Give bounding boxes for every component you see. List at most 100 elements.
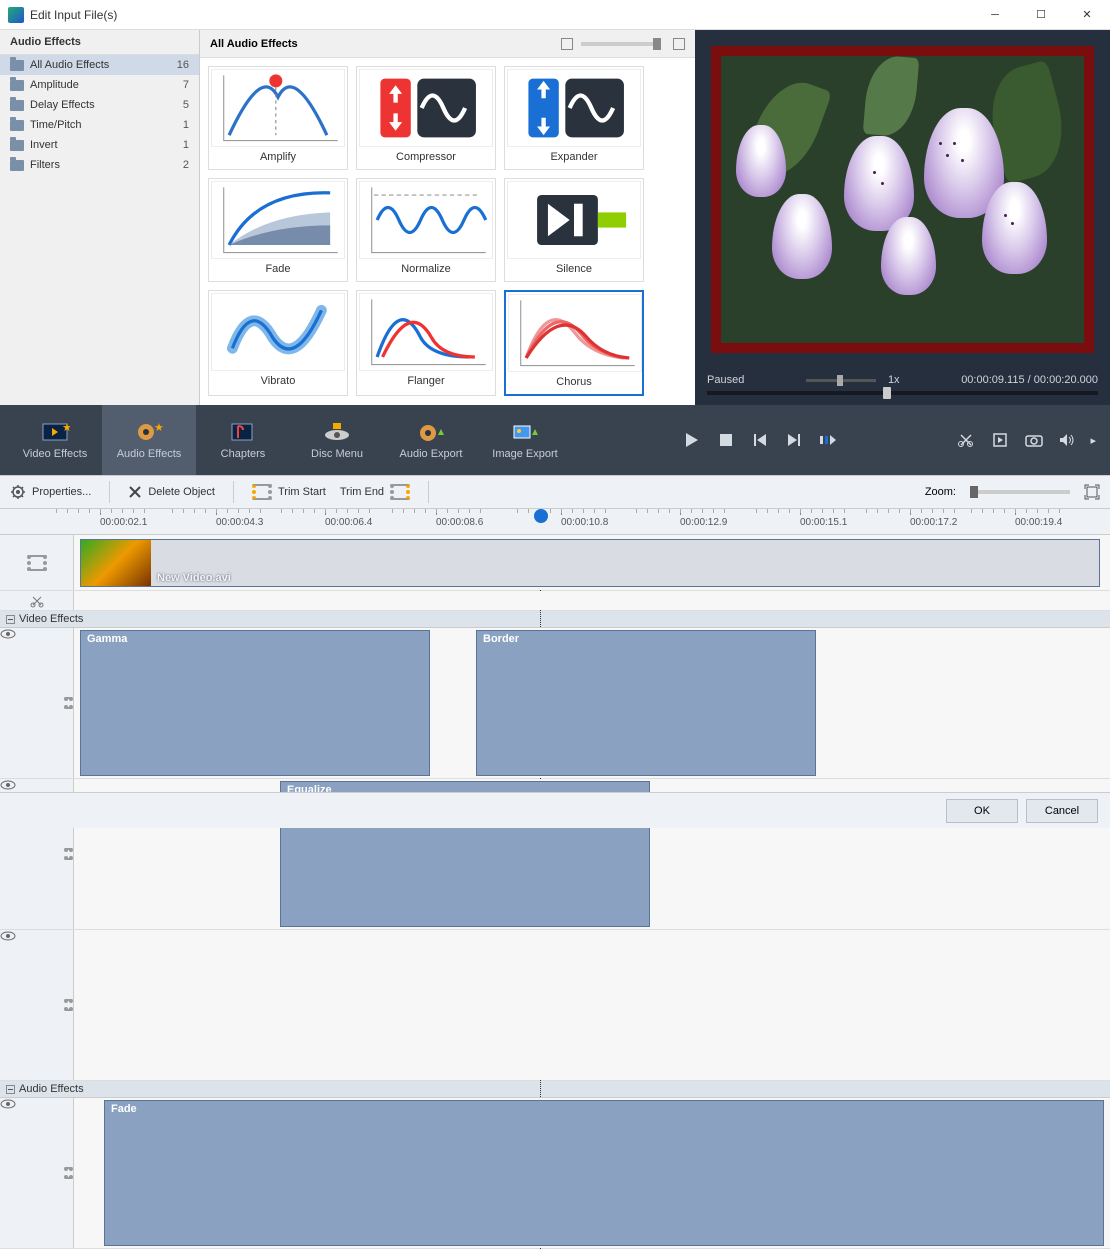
seek-bar[interactable] <box>707 391 1098 395</box>
ribbon-tab-chapters[interactable]: Chapters <box>196 405 290 475</box>
ribbon: ★Video Effects★Audio EffectsChaptersDisc… <box>0 405 1110 475</box>
video-effects-group[interactable]: Video Effects <box>0 611 1110 628</box>
sidebar-header: Audio Effects <box>0 30 199 55</box>
grid-small-icon[interactable] <box>561 38 573 50</box>
grid-large-icon[interactable] <box>673 38 685 50</box>
effect-card-normalize[interactable]: Normalize <box>356 178 496 282</box>
tab-icon <box>228 420 258 444</box>
effect-gamma[interactable]: Gamma <box>80 630 430 776</box>
tab-icon <box>416 420 446 444</box>
eye-icon[interactable] <box>0 628 60 778</box>
effect-track: Fade <box>0 1098 1110 1249</box>
ok-button[interactable]: OK <box>946 799 1018 823</box>
cancel-button[interactable]: Cancel <box>1026 799 1098 823</box>
sidebar-item-invert[interactable]: Invert1 <box>0 135 199 155</box>
stop-button[interactable] <box>714 428 738 452</box>
properties-button[interactable]: Properties... <box>10 484 91 500</box>
delete-button[interactable]: Delete Object <box>128 485 215 499</box>
audio-effects-group[interactable]: Audio Effects <box>0 1081 1110 1098</box>
time-ruler[interactable]: 00:00:02.100:00:04.300:00:06.400:00:08.6… <box>0 509 1110 535</box>
preview-video[interactable] <box>711 46 1094 353</box>
snapshot-icon[interactable] <box>1022 428 1046 452</box>
effect-thumb <box>507 181 641 259</box>
sidebar-item-all-audio-effects[interactable]: All Audio Effects16 <box>0 55 199 75</box>
zoom-label: Zoom: <box>925 486 956 498</box>
effect-card-fade[interactable]: Fade <box>208 178 348 282</box>
effect-card-vibrato[interactable]: Vibrato <box>208 290 348 396</box>
volume-icon[interactable] <box>1056 428 1080 452</box>
titlebar: Edit Input File(s) ─ ☐ ✕ <box>0 0 1110 30</box>
folder-icon <box>10 120 24 131</box>
app-icon <box>8 7 24 23</box>
time-duration: 00:00:20.000 <box>1034 374 1098 386</box>
sidebar-item-delay-effects[interactable]: Delay Effects5 <box>0 95 199 115</box>
trim-start-button[interactable]: Trim Start <box>252 484 326 500</box>
film-icon <box>64 999 73 1011</box>
ribbon-tab-disc-menu[interactable]: Disc Menu <box>290 405 384 475</box>
film-icon <box>252 484 272 500</box>
window-title: Edit Input File(s) <box>30 8 972 22</box>
ribbon-tab-audio-effects[interactable]: ★Audio Effects <box>102 405 196 475</box>
svg-text:★: ★ <box>62 422 70 434</box>
gear-icon <box>10 484 26 500</box>
fullscreen-icon[interactable] <box>988 428 1012 452</box>
effect-card-amplify[interactable]: Amplify <box>208 66 348 170</box>
ribbon-tab-audio-export[interactable]: Audio Export <box>384 405 478 475</box>
folder-icon <box>10 160 24 171</box>
speed-label: 1x <box>888 374 900 386</box>
maximize-button[interactable]: ☐ <box>1018 0 1064 30</box>
thumbnail-size-slider[interactable] <box>581 42 661 46</box>
fit-icon[interactable] <box>1084 484 1100 500</box>
folder-icon <box>10 100 24 111</box>
minimize-button[interactable]: ─ <box>972 0 1018 30</box>
film-icon <box>64 1167 73 1179</box>
gallery-header: All Audio Effects <box>210 38 557 50</box>
tab-icon: ★ <box>134 420 164 444</box>
effect-border[interactable]: Border <box>476 630 816 776</box>
ribbon-tab-video-effects[interactable]: ★Video Effects <box>8 405 102 475</box>
effect-fade[interactable]: Fade <box>104 1100 1104 1246</box>
effect-thumb <box>211 293 345 371</box>
effect-thumb <box>359 293 493 371</box>
film-icon <box>64 848 73 860</box>
effect-thumb <box>359 181 493 259</box>
scissors-icon <box>30 594 44 608</box>
effect-card-expander[interactable]: Expander <box>504 66 644 170</box>
delete-icon <box>128 485 142 499</box>
ribbon-tab-image-export[interactable]: Image Export <box>478 405 572 475</box>
step-button[interactable] <box>816 428 840 452</box>
sidebar-item-amplitude[interactable]: Amplitude7 <box>0 75 199 95</box>
next-button[interactable] <box>782 428 806 452</box>
tab-icon <box>510 420 540 444</box>
trim-end-button[interactable]: Trim End <box>340 484 410 500</box>
effect-card-silence[interactable]: Silence <box>504 178 644 282</box>
film-icon <box>64 697 73 709</box>
tab-icon <box>322 420 352 444</box>
svg-text:★: ★ <box>154 422 164 434</box>
video-track: New Video.avi <box>0 535 1110 591</box>
speed-slider[interactable] <box>806 379 876 382</box>
zoom-slider[interactable] <box>970 490 1070 494</box>
film-icon <box>27 555 47 571</box>
playback-status: Paused <box>707 374 744 386</box>
cut-track <box>0 591 1110 611</box>
prev-button[interactable] <box>748 428 772 452</box>
folder-icon <box>10 140 24 151</box>
timeline: 00:00:02.100:00:04.300:00:06.400:00:08.6… <box>0 509 1110 1249</box>
sidebar-item-time-pitch[interactable]: Time/Pitch1 <box>0 115 199 135</box>
eye-icon[interactable] <box>0 930 60 1080</box>
sidebar-item-filters[interactable]: Filters2 <box>0 155 199 175</box>
tab-icon: ★ <box>40 420 70 444</box>
effect-card-chorus[interactable]: Chorus <box>504 290 644 396</box>
effect-thumb <box>507 69 641 147</box>
effect-thumb <box>508 294 642 372</box>
preview-panel: Paused 1x 00:00:09.115 / 00:00:20.000 <box>695 30 1110 405</box>
time-position: 00:00:09.115 <box>961 374 1024 386</box>
eye-icon[interactable] <box>0 1098 60 1248</box>
effect-card-compressor[interactable]: Compressor <box>356 66 496 170</box>
play-button[interactable] <box>680 428 704 452</box>
close-button[interactable]: ✕ <box>1064 0 1110 30</box>
video-clip[interactable]: New Video.avi <box>80 539 1100 587</box>
cut-icon[interactable] <box>954 428 978 452</box>
effect-card-flanger[interactable]: Flanger <box>356 290 496 396</box>
